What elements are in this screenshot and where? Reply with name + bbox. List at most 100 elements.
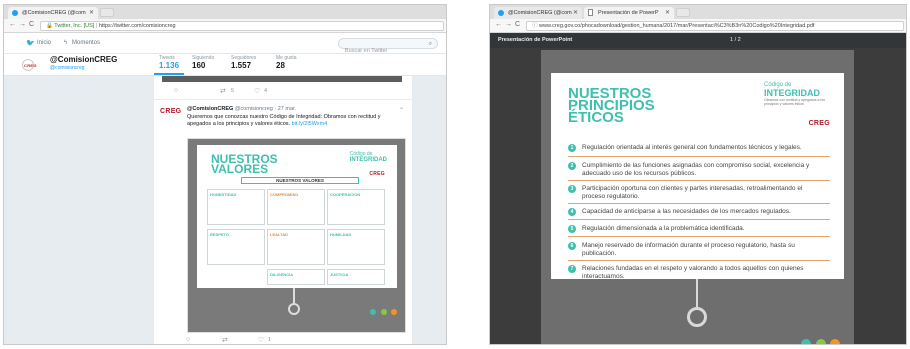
active-tab-indicator <box>154 73 184 75</box>
principle-6: 6 Manejo reservado de información durante… <box>568 242 818 257</box>
lock-icon: 🔒 <box>46 23 53 29</box>
twitter-browser-window: @ComisionCREG (@com ✕ ← → C 🔒 Twitter, I… <box>3 4 447 345</box>
reload-icon[interactable]: C <box>29 21 34 28</box>
separator <box>568 203 830 204</box>
value-box-5: LEALTAD <box>267 229 325 265</box>
twitter-favicon-icon <box>498 10 504 16</box>
slide-logo: CREG <box>808 120 830 127</box>
slide-code: Código de INTEGRIDAD Obramos con rectitu… <box>764 82 825 106</box>
principle-1: 1 Regulación orientada al interés general… <box>568 144 818 152</box>
value-box-7: DILIGENCIA <box>267 269 325 285</box>
like-icon[interactable]: ♡ <box>254 87 260 95</box>
principle-7: 7 Relaciones fundadas en el respeto y val… <box>568 265 818 280</box>
separator <box>568 260 830 261</box>
separator <box>568 156 830 157</box>
document-icon <box>588 9 593 16</box>
info-icon: ⓘ <box>532 23 538 29</box>
stat-followers[interactable]: Seguidores 1.557 <box>231 55 256 70</box>
tweet-like-icon[interactable]: ♡ <box>258 336 264 344</box>
twitter-nav: 🐦 Inicio ϟ Momentos Buscar en Twitter ⌕ <box>4 33 446 54</box>
poster-code: Código de INTEGRIDAD <box>349 151 387 163</box>
twitter-favicon-icon <box>12 10 18 16</box>
hanger-ring-icon <box>288 303 300 315</box>
reload-icon[interactable]: C <box>515 21 520 28</box>
pdf-title: Presentación de PowerPoint <box>498 37 573 43</box>
close-tab-icon[interactable]: ✕ <box>665 7 670 19</box>
slide: NUESTROS PRINCIPIOS ÉTICOS Código de INT… <box>551 73 844 280</box>
principle-5: 5 Regulación dimensionada a la problemáti… <box>568 225 818 233</box>
value-box-1: HONESTIDAD <box>207 189 265 225</box>
forward-icon[interactable]: → <box>19 21 26 28</box>
home-icon[interactable]: 🐦 <box>26 39 35 47</box>
pdf-browser-window: @ComisionCREG (@com ✕ Presentación de Po… <box>489 4 907 345</box>
new-tab-button[interactable] <box>100 8 114 17</box>
like-count: 4 <box>264 88 268 94</box>
stat-likes[interactable]: Me gusta 28 <box>276 55 297 70</box>
hanger-line <box>696 279 698 309</box>
search-icon[interactable]: ⌕ <box>429 39 432 49</box>
value-box-4: RESPETO <box>207 229 265 265</box>
tweet-header: @ComisionCREG @comisioncreg · 27 mar. <box>187 106 297 112</box>
retweet-icon[interactable]: ⇄ <box>220 87 226 95</box>
avatar[interactable]: CREG <box>22 59 36 71</box>
value-box-2: COMPROMISO <box>267 189 325 225</box>
tweet-image-card[interactable]: NUESTROS VALORES Código de INTEGRIDAD CR… <box>187 138 406 333</box>
principle-2: 2 Cumplimiento de las funciones asignadas… <box>568 162 818 177</box>
tab-bar: @ComisionCREG (@com ✕ Presentación de Po… <box>490 5 906 19</box>
new-tab-button[interactable] <box>676 8 690 17</box>
tweet-text: Queremos que conozcas nuestro Código de … <box>187 114 381 127</box>
profile-header: CREG @ComisionCREG @comisioncreg Tweets … <box>4 54 446 76</box>
tab-twitter[interactable]: @ComisionCREG (@com ✕ <box>8 7 98 19</box>
address-bar: ← → C 🔒 Twitter, Inc. [US] | https://twi… <box>4 19 446 33</box>
separator <box>568 219 830 220</box>
tweet-link[interactable]: bit.ly/2l5Wxm4 <box>292 121 328 127</box>
close-tab-icon[interactable]: ✕ <box>89 7 94 19</box>
color-dots <box>370 302 397 320</box>
poster-logo: CREG <box>369 171 385 177</box>
pdf-toolbar: Presentación de PowerPoint 1 / 2 <box>490 33 906 48</box>
search-input[interactable]: Buscar en Twitter ⌕ <box>338 38 438 54</box>
reply-icon[interactable]: ○ <box>174 87 178 94</box>
retweet-count: 5 <box>231 88 235 94</box>
profile-name[interactable]: @ComisionCREG <box>50 55 117 64</box>
hanger-ring-icon <box>687 307 707 327</box>
back-icon[interactable]: ← <box>495 21 502 28</box>
nav-moments[interactable]: Momentos <box>72 40 100 46</box>
chevron-down-icon[interactable]: ⌄ <box>399 104 404 111</box>
tweet-reply-icon[interactable]: ○ <box>186 336 190 343</box>
tweet-avatar[interactable]: CREG <box>160 108 181 115</box>
value-box-3: COOPERACIÓN <box>327 189 385 225</box>
stat-tweets[interactable]: Tweets 1.136 <box>159 55 179 70</box>
valores-poster: NUESTROS VALORES Código de INTEGRIDAD CR… <box>197 145 397 288</box>
url-field[interactable]: 🔒 Twitter, Inc. [US] | https://twitter.c… <box>40 21 444 31</box>
poster-banner: NUESTROS VALORES <box>241 177 359 184</box>
principle-3: 3 Participación oportuna con clientes y p… <box>568 185 818 200</box>
tab-bar: @ComisionCREG (@com ✕ <box>4 5 446 19</box>
value-box-6: HUMILDAD <box>327 229 385 265</box>
pdf-page: NUESTROS PRINCIPIOS ÉTICOS Código de INT… <box>541 50 854 344</box>
url-field[interactable]: ⓘ www.creg.gov.co/phocadownload/gestion_… <box>526 21 904 31</box>
back-icon[interactable]: ← <box>9 21 16 28</box>
tab-twitter[interactable]: @ComisionCREG (@com ✕ <box>494 7 582 19</box>
poster-title: NUESTROS VALORES <box>211 152 278 176</box>
tweet-retweet-icon[interactable]: ⇄ <box>222 336 228 344</box>
value-box-8: JUSTICIA <box>327 269 385 285</box>
tweet[interactable]: CREG @ComisionCREG @comisioncreg · 27 ma… <box>154 100 412 344</box>
color-dots <box>801 336 840 344</box>
slide-title: NUESTROS PRINCIPIOS ÉTICOS <box>568 85 655 126</box>
moments-icon[interactable]: ϟ <box>64 40 67 46</box>
tab-pdf[interactable]: Presentación de PowerP ✕ <box>584 7 674 19</box>
separator <box>568 236 830 237</box>
profile-handle[interactable]: @comisioncreg <box>50 65 85 71</box>
tweet-like-count: 1 <box>268 337 272 343</box>
stat-following[interactable]: Siguiendo 160 <box>192 55 214 70</box>
tweet-feed: ○ ⇄ 5 ♡ 4 CREG @ComisionCREG @comisioncr… <box>154 76 412 344</box>
nav-home[interactable]: Inicio <box>37 40 51 46</box>
page-indicator: 1 / 2 <box>730 37 741 43</box>
address-bar: ← → C ⓘ www.creg.gov.co/phocadownload/ge… <box>490 19 906 33</box>
close-tab-icon[interactable]: ✕ <box>573 7 578 19</box>
previous-tweet-media <box>162 76 402 82</box>
previous-tweet: ○ ⇄ 5 ♡ 4 <box>154 76 412 100</box>
principle-4: 4 Capacidad de anticiparse a las necesida… <box>568 208 818 216</box>
forward-icon[interactable]: → <box>505 21 512 28</box>
